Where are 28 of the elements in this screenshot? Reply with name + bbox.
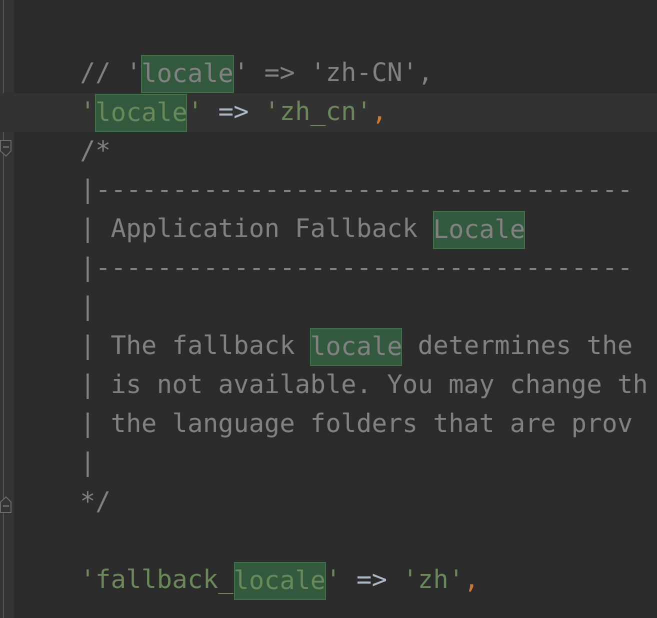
comment-text: ' => 'zh-CN',	[234, 57, 434, 90]
string-literal: '	[326, 564, 342, 598]
comment-text: | The fallback	[80, 330, 296, 364]
comment-text: determines the	[416, 330, 633, 364]
string-literal: 'zh'	[402, 564, 464, 598]
search-match: locale	[95, 94, 188, 132]
comment-text: |-----------------------------------	[80, 252, 633, 286]
comment-text: |	[80, 447, 96, 480]
search-match: locale	[234, 562, 326, 600]
string-literal: '	[187, 96, 203, 130]
string-literal: 'fallback_	[80, 564, 234, 598]
operator: =>	[355, 564, 388, 598]
punctuation: ,	[464, 564, 480, 598]
comment-text: |	[80, 291, 96, 324]
comment-text: | is not available. You may change th	[80, 369, 648, 402]
string-literal: 'zh_cn'	[264, 96, 372, 130]
comment-text: /*	[80, 135, 111, 168]
comment-text: |-----------------------------------	[80, 174, 633, 208]
comment-text: */	[80, 486, 111, 520]
search-match: locale	[310, 328, 402, 366]
operator: =>	[217, 96, 250, 130]
comment-text: // '	[80, 57, 142, 90]
string-literal: '	[80, 96, 96, 130]
search-match: locale	[141, 54, 234, 92]
comment-text: | Application Fallback	[80, 213, 419, 246]
search-match: Locale	[433, 210, 526, 248]
comment-text: | the language folders that are prov	[80, 408, 633, 442]
punctuation: ,	[372, 96, 388, 130]
